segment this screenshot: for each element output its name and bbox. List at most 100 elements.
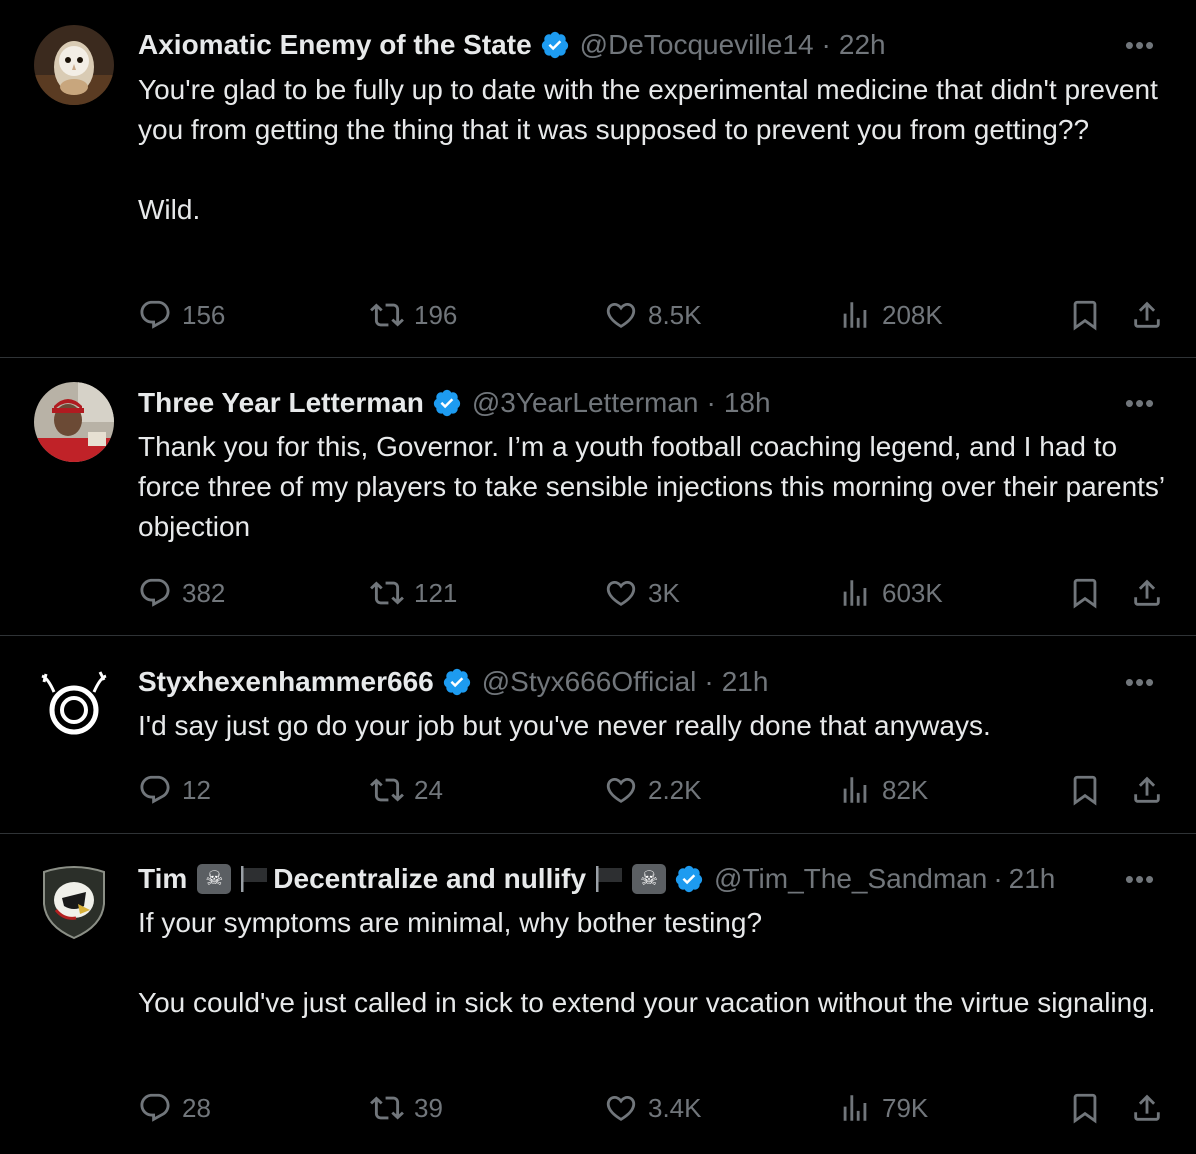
share-button[interactable]: [1130, 770, 1164, 810]
verified-badge-icon: [443, 668, 470, 696]
tweet-header: Three Year Letterman @3YearLetterman · 1…: [138, 383, 1100, 423]
reply-button[interactable]: 382: [138, 573, 225, 613]
reply-icon: [140, 578, 170, 607]
reply-button[interactable]: 12: [138, 770, 211, 810]
reply-icon: [140, 775, 170, 804]
share-button[interactable]: [1130, 295, 1164, 335]
share-icon: [1134, 776, 1160, 803]
like-button[interactable]: 3.4K: [604, 1088, 702, 1128]
views-icon: [843, 302, 867, 328]
like-icon: [606, 777, 636, 803]
share-button[interactable]: [1130, 573, 1164, 613]
display-name-part[interactable]: Tim: [138, 859, 187, 899]
separator-dot: ·: [704, 666, 714, 697]
reply-button[interactable]: 156: [138, 295, 225, 335]
like-button[interactable]: 2.2K: [604, 770, 702, 810]
retweet-icon: [370, 778, 404, 802]
action-bar: 156 196 8.5K 208K: [138, 295, 1168, 335]
person-avatar-image: [34, 382, 114, 462]
reply-count: 28: [182, 1092, 211, 1123]
more-icon[interactable]: •••: [1120, 30, 1160, 60]
handle[interactable]: @3YearLetterman: [472, 383, 699, 423]
share-button[interactable]: [1130, 1088, 1164, 1128]
handle[interactable]: @Styx666Official: [482, 662, 697, 702]
tweet[interactable]: Axiomatic Enemy of the State @DeTocquevi…: [0, 0, 1196, 357]
retweet-button[interactable]: 196: [370, 295, 457, 335]
skull-flag-emoji: ☠: [632, 864, 667, 894]
avatar[interactable]: [34, 860, 114, 940]
like-count: 3K: [648, 577, 680, 608]
views-button[interactable]: 603K: [838, 573, 943, 613]
retweet-count: 24: [414, 774, 443, 805]
views-button[interactable]: 82K: [838, 770, 928, 810]
reply-icon: [140, 300, 170, 329]
reply-count: 12: [182, 774, 211, 805]
bookmark-button[interactable]: [1068, 770, 1102, 810]
retweet-button[interactable]: 24: [370, 770, 443, 810]
handle[interactable]: @DeTocqueville14: [580, 25, 814, 65]
display-name[interactable]: Axiomatic Enemy of the State: [138, 25, 532, 65]
display-name[interactable]: Three Year Letterman: [138, 383, 424, 423]
timestamp[interactable]: 18h: [724, 383, 771, 423]
handle[interactable]: @Tim_The_Sandman: [714, 859, 987, 899]
bookmark-icon: [1073, 578, 1097, 609]
views-icon: [843, 580, 867, 606]
tweet-text: You're glad to be fully up to date with …: [138, 74, 1158, 225]
timestamp[interactable]: 22h: [839, 25, 886, 65]
verified-badge-icon: [541, 31, 568, 59]
retweet-button[interactable]: 39: [370, 1088, 443, 1128]
like-count: 3.4K: [648, 1092, 702, 1123]
tweet[interactable]: Styxhexenhammer666 @Styx666Official · 21…: [0, 636, 1196, 833]
views-button[interactable]: 79K: [838, 1088, 928, 1128]
verified-badge-icon: [675, 865, 703, 893]
ouroboros-avatar-image: [34, 662, 114, 742]
reply-button[interactable]: 28: [138, 1088, 211, 1128]
like-icon: [606, 1095, 636, 1121]
timestamp[interactable]: 21h: [722, 662, 769, 702]
like-button[interactable]: 8.5K: [604, 295, 702, 335]
like-button[interactable]: 3K: [604, 573, 680, 613]
view-count: 82K: [882, 774, 929, 805]
black-flag-emoji: [241, 866, 268, 892]
bookmark-button[interactable]: [1068, 295, 1102, 335]
avatar[interactable]: [34, 25, 114, 105]
tweet-header: Styxhexenhammer666 @Styx666Official · 21…: [138, 662, 1100, 702]
tweet-text: If your symptoms are minimal, why bother…: [138, 907, 1156, 1018]
action-bar: 12 24 2.2K 82K: [138, 770, 1168, 810]
reply-icon: [140, 1093, 170, 1122]
avatar[interactable]: [34, 662, 114, 742]
more-icon[interactable]: •••: [1120, 388, 1160, 418]
retweet-count: 121: [414, 577, 458, 608]
more-icon[interactable]: •••: [1120, 864, 1160, 894]
tweet-text: Thank you for this, Governor. I’m a yout…: [138, 431, 1165, 542]
retweet-button[interactable]: 121: [370, 573, 457, 613]
bookmark-button[interactable]: [1068, 573, 1102, 613]
timestamp[interactable]: 21h: [1009, 859, 1056, 899]
display-name-part[interactable]: Decentralize and nullify: [273, 859, 586, 899]
bookmark-button[interactable]: [1068, 1088, 1102, 1128]
separator-dot: ·: [821, 29, 831, 60]
retweet-icon: [370, 303, 404, 327]
like-count: 8.5K: [648, 299, 702, 330]
display-name[interactable]: Styxhexenhammer666: [138, 662, 434, 702]
view-count: 603K: [882, 577, 943, 608]
like-count: 2.2K: [648, 774, 702, 805]
reply-count: 382: [182, 577, 226, 608]
views-icon: [843, 1095, 867, 1121]
retweet-icon: [370, 1096, 404, 1120]
tweet-text: I'd say just go do your job but you've n…: [138, 710, 991, 741]
views-button[interactable]: 208K: [838, 295, 943, 335]
share-icon: [1134, 1094, 1160, 1121]
retweet-count: 196: [414, 299, 458, 330]
skull-flag-emoji: ☠: [197, 864, 232, 894]
tweet[interactable]: Three Year Letterman @3YearLetterman · 1…: [0, 358, 1196, 635]
more-icon[interactable]: •••: [1120, 667, 1160, 697]
tweet[interactable]: Tim ☠ Decentralize and nullify ☠ @Tim_Th…: [0, 834, 1196, 1154]
like-icon: [606, 580, 636, 606]
avatar[interactable]: [34, 382, 114, 462]
action-bar: 28 39 3.4K 79K: [138, 1088, 1168, 1128]
separator-dot: ·: [706, 387, 716, 418]
action-bar: 382 121 3K 603K: [138, 573, 1168, 613]
reply-count: 156: [182, 299, 226, 330]
owl-avatar-image: [34, 25, 114, 105]
